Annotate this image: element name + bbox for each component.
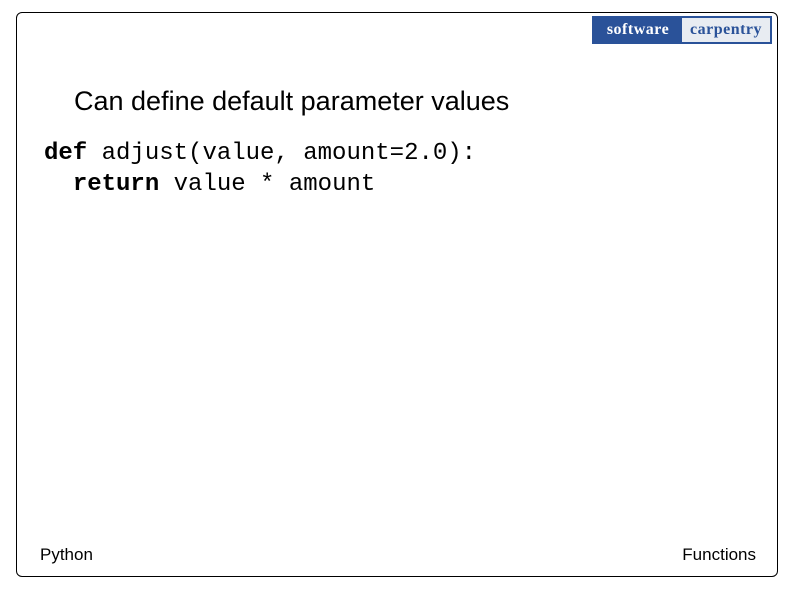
logo-right-text: carpentry (682, 18, 770, 42)
code-expression: value * amount (159, 171, 375, 198)
logo-left-text: software (594, 18, 682, 42)
slide-heading: Can define default parameter values (74, 86, 509, 117)
code-indent (44, 171, 73, 198)
code-signature: adjust(value, amount=2.0): (87, 140, 476, 167)
logo-badge: software carpentry (592, 16, 772, 44)
keyword-return: return (73, 171, 159, 198)
keyword-def: def (44, 140, 87, 167)
footer-left: Python (40, 545, 93, 565)
code-block: def adjust(value, amount=2.0): return va… (44, 138, 476, 200)
footer-right: Functions (682, 545, 756, 565)
